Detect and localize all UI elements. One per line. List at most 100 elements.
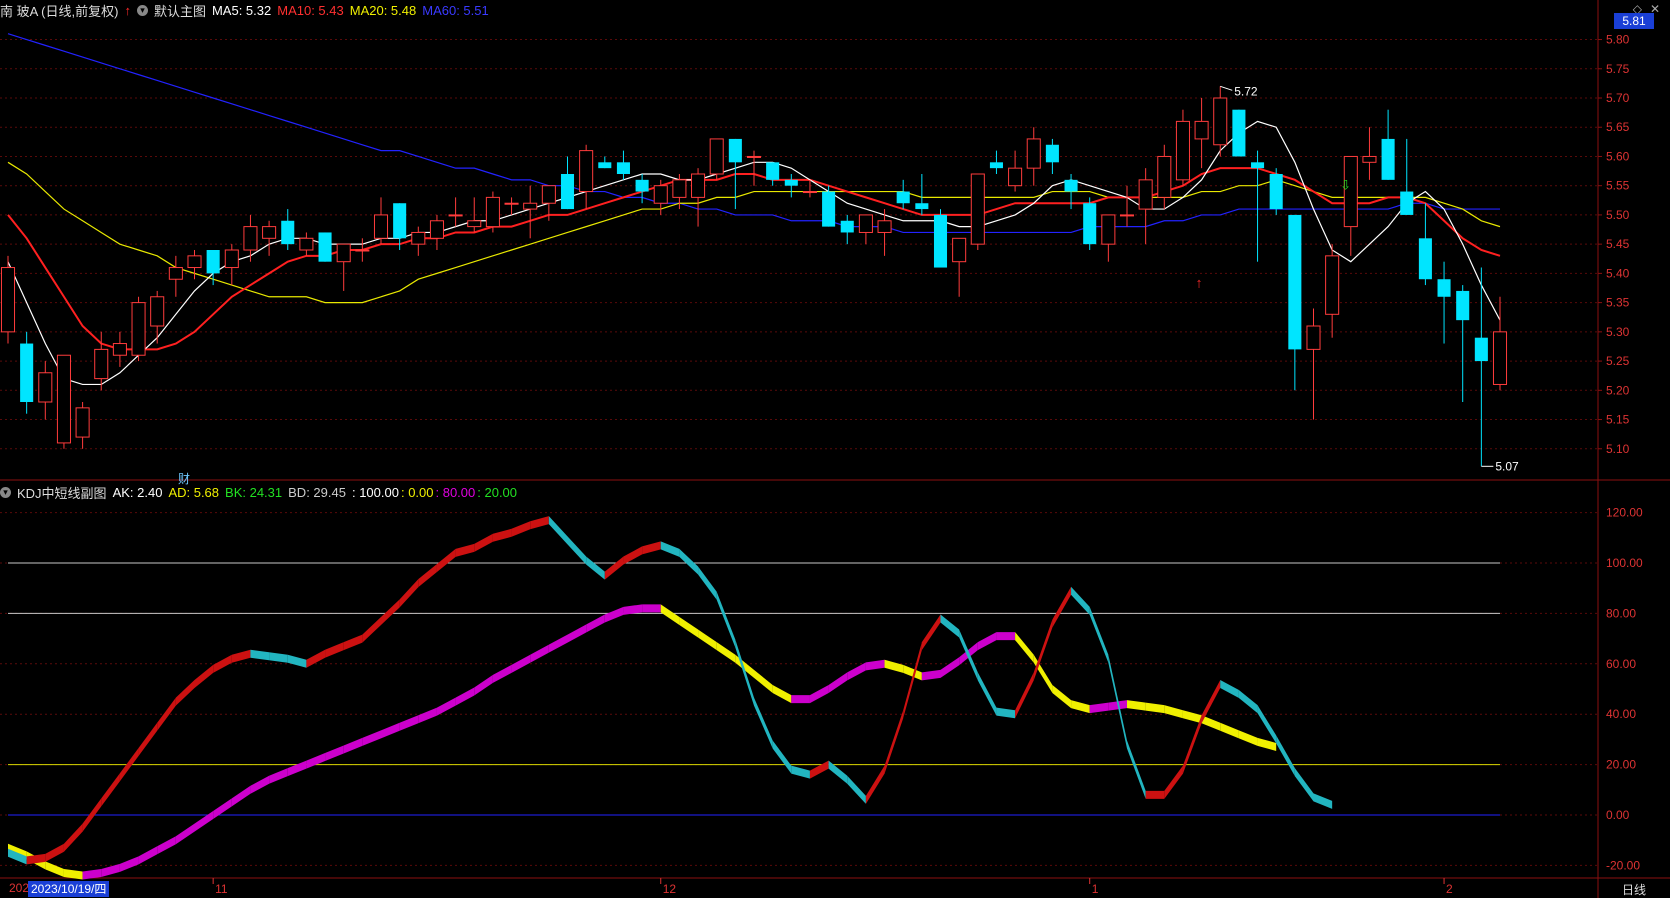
candle bbox=[411, 226, 426, 256]
price-axis-label: 5.10 bbox=[1606, 442, 1630, 456]
kdj-d-segment bbox=[772, 685, 792, 704]
candle-body-down bbox=[840, 220, 854, 233]
candle-body-down bbox=[1288, 214, 1302, 350]
indicator-name[interactable]: KDJ中短线副图 bbox=[17, 483, 107, 502]
kdj-axis-label: 100.00 bbox=[1606, 556, 1643, 570]
candle-body-up bbox=[485, 196, 500, 228]
kdj-d-segment bbox=[1089, 702, 1109, 714]
kdj-k-segment bbox=[213, 654, 232, 673]
kdj-k-segment bbox=[1257, 705, 1277, 744]
kdj-k-segment bbox=[63, 823, 83, 852]
kdj-axis-label: 120.00 bbox=[1606, 506, 1643, 520]
candle bbox=[1418, 203, 1432, 286]
kdj-d-segment bbox=[157, 836, 176, 855]
kdj-k-segment bbox=[492, 528, 512, 542]
candle bbox=[746, 150, 762, 186]
main-chart-name[interactable]: 默认主图 bbox=[154, 1, 206, 20]
up-arrow-icon[interactable]: ↑ bbox=[124, 3, 131, 18]
kdj-axis-label: 0.00 bbox=[1606, 808, 1630, 822]
chevron-down-icon[interactable]: ▾ bbox=[0, 486, 11, 498]
candle-body-up bbox=[1175, 120, 1190, 181]
kdj-k-segment bbox=[474, 533, 493, 552]
candle bbox=[1026, 127, 1041, 186]
candle-body-up bbox=[429, 220, 444, 239]
candle-body-up bbox=[448, 214, 463, 217]
kdj-d-segment bbox=[716, 642, 736, 663]
kdj-k-segment bbox=[903, 642, 922, 719]
kdj-k-segment bbox=[1052, 586, 1072, 628]
kdj-k-segment bbox=[530, 516, 549, 530]
price-axis-label: 5.50 bbox=[1606, 208, 1630, 222]
kdj-k-segment bbox=[362, 616, 381, 643]
kdj-k-segment bbox=[865, 765, 885, 804]
buy-arrow-icon: ↑ bbox=[1196, 274, 1203, 290]
kdj-k-segment bbox=[679, 548, 699, 575]
kdj-k-segment bbox=[604, 556, 624, 580]
kdj-k-segment bbox=[1220, 679, 1239, 699]
price-axis-label: 5.20 bbox=[1606, 383, 1630, 397]
kdj-k-segment bbox=[194, 664, 214, 688]
kdj-k-segment bbox=[1238, 690, 1258, 714]
stock-name[interactable]: 南 玻A (日线,前复权) bbox=[0, 1, 118, 20]
kdj-k-segment bbox=[772, 740, 792, 774]
candle-body-up bbox=[672, 179, 687, 198]
candle bbox=[970, 173, 985, 250]
kdj-d-segment bbox=[213, 798, 232, 819]
candle bbox=[75, 402, 90, 449]
kdj-d-segment bbox=[343, 737, 363, 754]
bd-value: BD: 29.45 bbox=[288, 484, 346, 500]
stock-chart-canvas[interactable]: 5.80 5.75 5.70 5.65 5.60 5.55 5.50 5.45 5.40 5.35… bbox=[0, 0, 1670, 898]
kdj-d-segment bbox=[530, 644, 549, 663]
candle-body-down bbox=[1083, 203, 1097, 245]
kdj-d-segment bbox=[642, 604, 661, 613]
kdj-d-segment bbox=[362, 730, 381, 746]
kdj-k-segment bbox=[996, 707, 1016, 719]
candle-body-down bbox=[635, 179, 649, 192]
candle-body-down bbox=[728, 138, 742, 163]
candle bbox=[131, 296, 146, 362]
candle-body-up bbox=[1492, 331, 1508, 385]
ma10-value: MA10: 5.43 bbox=[277, 2, 344, 18]
candle bbox=[150, 290, 165, 344]
candle-body-down bbox=[915, 203, 929, 210]
candle bbox=[1194, 98, 1209, 169]
kdj-k-segment bbox=[381, 599, 400, 625]
ak-value: AK: 2.40 bbox=[112, 484, 163, 500]
kdj-k-segment bbox=[455, 543, 475, 557]
kdj-d-segment bbox=[511, 654, 531, 673]
kdj-k-segment bbox=[1313, 793, 1333, 809]
kdj-d-segment bbox=[1238, 730, 1258, 746]
candle bbox=[1362, 127, 1377, 180]
kdj-d-segment bbox=[1015, 632, 1034, 663]
kdj-k-segment bbox=[343, 634, 363, 651]
candle-body-up bbox=[1194, 120, 1209, 140]
candle bbox=[523, 185, 538, 239]
candle-body-up bbox=[243, 226, 258, 251]
kdj-axis-label: 80.00 bbox=[1606, 606, 1636, 620]
kdj-d-segment bbox=[921, 669, 941, 681]
candle-body-up bbox=[168, 267, 183, 280]
candle-body-up bbox=[1119, 214, 1135, 217]
chevron-down-icon[interactable]: ▾ bbox=[136, 4, 148, 16]
price-axis-label: 5.35 bbox=[1606, 296, 1630, 310]
kdj-k-segment bbox=[157, 697, 176, 731]
candle-body-down bbox=[1269, 174, 1283, 210]
candle bbox=[1325, 244, 1340, 338]
period-label[interactable]: 日线 bbox=[1622, 881, 1646, 898]
candle bbox=[915, 174, 929, 215]
month-label: 1 bbox=[1092, 882, 1099, 896]
kdj-d-segment bbox=[567, 624, 587, 643]
candle-body-up bbox=[1306, 325, 1321, 350]
candle-body-down bbox=[1381, 138, 1395, 180]
candle bbox=[858, 214, 873, 245]
kdj-k-segment bbox=[809, 760, 829, 779]
candle bbox=[20, 331, 34, 414]
candle-body-up bbox=[75, 407, 90, 438]
candle bbox=[373, 197, 389, 245]
kdj-d-segment bbox=[754, 669, 773, 693]
kdj-d-segment bbox=[940, 657, 960, 678]
kdj-k-segment bbox=[511, 521, 531, 537]
kdj-d-segment bbox=[436, 697, 456, 716]
kdj-d-segment bbox=[1145, 702, 1165, 714]
candle-body-up bbox=[579, 150, 594, 193]
